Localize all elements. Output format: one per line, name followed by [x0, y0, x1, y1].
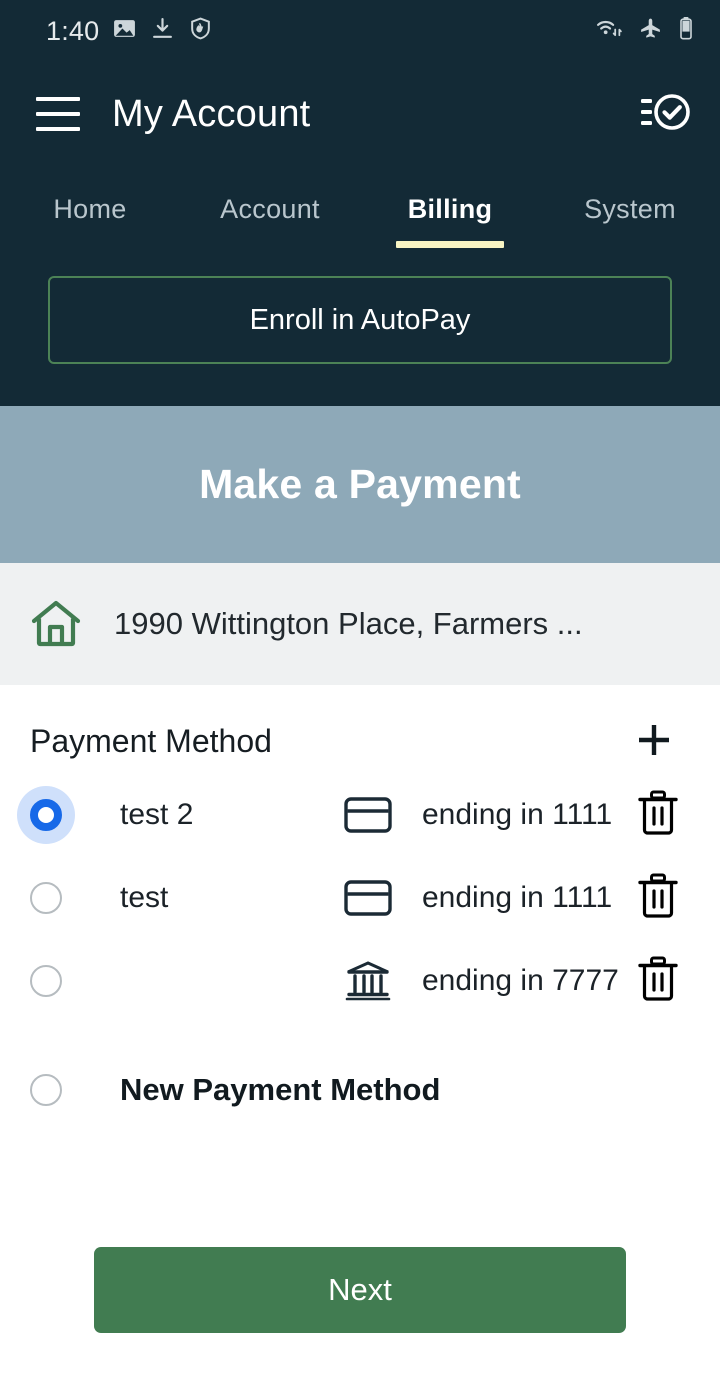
tab-label: Account	[220, 194, 320, 224]
radio-unselected	[30, 964, 62, 997]
tab-system[interactable]: System	[540, 180, 720, 248]
new-payment-method-radio[interactable]	[30, 1073, 92, 1106]
battery-icon	[678, 16, 694, 47]
page-title: My Account	[112, 92, 311, 135]
status-bar-left: 1:40	[46, 16, 213, 46]
payment-method-title: Payment Method	[30, 722, 272, 759]
app-root: 1:40 My Account Home Account Billing Sys…	[0, 0, 720, 1400]
credit-card-icon	[332, 795, 404, 835]
hamburger-menu-icon[interactable]	[36, 97, 80, 131]
next-button-container: Next	[0, 1199, 720, 1333]
shield-hand-icon	[188, 16, 213, 46]
delete-payment-method-button[interactable]	[626, 956, 690, 1005]
delete-payment-method-button[interactable]	[626, 873, 690, 922]
new-payment-method-label: New Payment Method	[120, 1071, 441, 1107]
radio-selected	[30, 798, 62, 831]
tab-underline	[36, 241, 144, 248]
payment-method-radio[interactable]	[30, 964, 92, 997]
payment-method-section: Payment Method test 2 ending in 1111 tes…	[0, 685, 720, 1199]
hamburger-line	[36, 112, 80, 116]
credit-card-icon	[332, 878, 404, 918]
payment-method-radio[interactable]	[30, 798, 92, 831]
payment-method-header: Payment Method	[30, 685, 690, 773]
hamburger-line	[36, 97, 80, 101]
airplane-mode-icon	[638, 16, 663, 46]
make-a-payment-banner: Make a Payment	[0, 406, 720, 563]
trash-icon	[637, 956, 679, 1005]
tab-label: System	[584, 194, 676, 224]
payment-method-row[interactable]: test ending in 1111	[30, 856, 690, 939]
trash-icon	[637, 790, 679, 839]
service-address-text: 1990 Wittington Place, Farmers ...	[114, 606, 583, 641]
autopay-section: Enroll in AutoPay	[0, 264, 720, 406]
radio-unselected	[30, 1073, 62, 1106]
tab-label: Billing	[407, 194, 493, 224]
task-complete-icon[interactable]	[640, 91, 692, 137]
payment-method-nickname: test 2	[120, 797, 194, 831]
payment-method-row[interactable]: ending in 7777	[30, 939, 690, 1022]
bottom-spacer	[0, 1332, 720, 1400]
banner-title: Make a Payment	[199, 461, 521, 507]
payment-method-row[interactable]: test 2 ending in 1111	[30, 773, 690, 856]
status-bar-right	[596, 16, 694, 47]
tab-underline	[576, 241, 684, 248]
payment-method-ending: ending in 1111	[422, 880, 613, 914]
payment-method-nickname: test	[120, 880, 169, 914]
new-payment-method-row[interactable]: New Payment Method	[30, 1048, 690, 1131]
tab-label: Home	[53, 194, 127, 224]
home-icon	[30, 599, 82, 649]
delete-payment-method-button[interactable]	[626, 790, 690, 839]
tab-home[interactable]: Home	[0, 180, 180, 248]
download-icon	[150, 16, 175, 46]
payment-method-ending: ending in 1111	[422, 797, 613, 831]
app-bar: My Account	[0, 62, 720, 166]
service-address-row[interactable]: 1990 Wittington Place, Farmers ...	[0, 563, 720, 685]
wifi-data-icon	[596, 16, 623, 46]
tab-underline-active	[396, 241, 504, 248]
payment-method-radio[interactable]	[30, 881, 92, 914]
payment-method-ending: ending in 7777	[422, 963, 619, 997]
image-icon	[112, 16, 137, 46]
plus-icon	[633, 719, 675, 764]
tab-billing[interactable]: Billing	[360, 180, 540, 248]
tab-underline	[216, 241, 324, 248]
bank-icon	[332, 959, 404, 1003]
tab-account[interactable]: Account	[180, 180, 360, 248]
status-time: 1:40	[46, 15, 100, 46]
trash-icon	[637, 873, 679, 922]
enroll-autopay-button[interactable]: Enroll in AutoPay	[48, 276, 672, 364]
next-button[interactable]: Next	[94, 1246, 626, 1333]
status-bar: 1:40	[0, 0, 720, 62]
radio-unselected	[30, 881, 62, 914]
add-payment-method-button[interactable]	[626, 713, 682, 769]
hamburger-line	[36, 127, 80, 131]
tab-bar: Home Account Billing System	[0, 166, 720, 264]
